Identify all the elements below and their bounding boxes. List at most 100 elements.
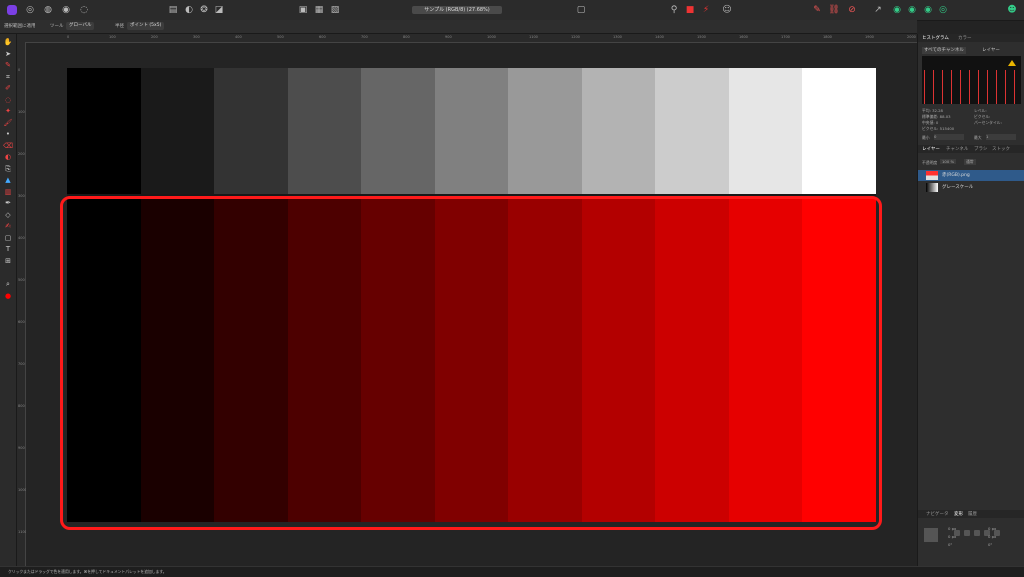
channel-select[interactable]: すべてのチャンネル	[922, 47, 966, 54]
layer-row[interactable]: 赤(RGB).png	[918, 170, 1024, 181]
gradient-icon[interactable]: ▥	[3, 188, 13, 196]
crop-icon[interactable]: ⌗	[3, 73, 13, 81]
ruler-tick-label: 800	[403, 35, 410, 39]
clip-icon[interactable]: ⊘	[846, 4, 858, 16]
histogram-spike	[960, 70, 961, 104]
assistant-icon[interactable]: ■	[684, 4, 696, 16]
tab-channels[interactable]: チャンネル	[946, 146, 968, 153]
vertical-ruler[interactable]: 0100200300400500600700800900100011001200	[17, 42, 27, 576]
ruler-tick-label: 1300	[613, 35, 622, 39]
color-balance-icon[interactable]: ❂	[198, 4, 210, 16]
histogram-spike	[969, 70, 970, 104]
dodge-icon[interactable]: ◐	[3, 153, 13, 161]
boolean-xor-icon[interactable]: ◎	[937, 4, 949, 16]
horizontal-ruler[interactable]: 0 100 200 300 400 500 600 700 800 900 1000 1100 1200…	[17, 34, 917, 43]
paint-brush-icon[interactable]: 🖌	[3, 119, 13, 127]
gray-swatch	[802, 68, 877, 194]
text-icon[interactable]: T	[3, 245, 13, 253]
anchor-grid-icon[interactable]	[924, 528, 938, 542]
pixel-icon[interactable]: •	[3, 130, 13, 138]
size-select[interactable]: ポイント (5x5)	[127, 22, 165, 30]
layer-row[interactable]: グレースケール	[918, 182, 1024, 193]
min-input[interactable]: 0	[934, 134, 964, 140]
snapping-icon[interactable]: ⚲	[668, 4, 680, 16]
tab-stock[interactable]: ストック	[992, 146, 1010, 153]
context-toolbar: 選択範囲に適用 ツール グローバル 半径 ポイント (5x5)	[0, 20, 917, 34]
tab-brushes[interactable]: ブラシ	[974, 146, 987, 153]
boolean-add-icon[interactable]: ◉	[891, 4, 903, 16]
mask-icon[interactable]: ▣	[297, 4, 309, 16]
mode-select[interactable]: グローバル	[66, 22, 95, 30]
tab-transform[interactable]: 変形	[954, 511, 963, 518]
histogram-spike	[996, 70, 997, 104]
quick-mask-icon[interactable]: ▧	[329, 4, 341, 16]
move-icon[interactable]: ➤	[3, 50, 13, 58]
transform-icon[interactable]: ↗	[872, 4, 884, 16]
zoom-icon[interactable]: ⌕	[3, 280, 13, 288]
ruler-tick-label: 1400	[655, 35, 664, 39]
link-icon[interactable]: ⛓	[828, 4, 840, 16]
persona-export-icon[interactable]: ◌	[78, 4, 90, 16]
white-balance-icon[interactable]: ◪	[213, 4, 225, 16]
app-logo-icon[interactable]	[7, 5, 17, 15]
transform-w[interactable]: 0 px	[988, 526, 996, 531]
tab-histogram[interactable]: ヒストグラム	[922, 35, 949, 42]
tab-navigator[interactable]: ナビゲータ	[926, 511, 949, 518]
blend-mode-select[interactable]: 通常	[964, 159, 976, 165]
flood-select-icon[interactable]: ✦	[3, 107, 13, 115]
adjust-icon[interactable]: ▤	[167, 4, 179, 16]
ruler-tick-label: 200	[151, 35, 158, 39]
ruler-tick-label: 1800	[823, 35, 832, 39]
pen-icon[interactable]: ✒	[3, 199, 13, 207]
boolean-sub-icon[interactable]: ◉	[906, 4, 918, 16]
ruler-tick-label: 400	[18, 236, 25, 240]
histogram-spike	[987, 70, 988, 104]
layer-mask-icon[interactable]	[964, 530, 970, 536]
user-icon[interactable]: ☻	[1006, 4, 1018, 16]
gray-swatch	[655, 68, 730, 194]
persona-photo-icon[interactable]: ◎	[24, 4, 36, 16]
persona-liquify-icon[interactable]: ◍	[42, 4, 54, 16]
selection-icon[interactable]: ▦	[313, 4, 325, 16]
layer-adjust-icon[interactable]	[974, 530, 980, 536]
view-mode-icon[interactable]: ▢	[575, 4, 587, 16]
shape-icon[interactable]: ▢	[3, 234, 13, 242]
transform-h[interactable]: 0 px	[988, 534, 996, 539]
transform-r[interactable]: 0°	[948, 542, 952, 547]
tab-color[interactable]: カラー	[958, 35, 972, 42]
boolean-intersect-icon[interactable]: ◉	[922, 4, 934, 16]
arrange-icon[interactable]: ✎	[811, 4, 823, 16]
clone-icon[interactable]: ⎘	[3, 165, 13, 173]
warning-icon	[1008, 60, 1016, 66]
selection-brush-icon[interactable]: ◌	[3, 96, 13, 104]
transform-y[interactable]: 0 px	[948, 534, 956, 539]
erase-icon[interactable]: ⌫	[3, 142, 13, 150]
frame-text-icon[interactable]: ⊞	[3, 257, 13, 265]
hand-icon[interactable]: ✋	[3, 38, 13, 46]
brush-icon[interactable]: ✎	[3, 61, 13, 69]
apply-to-selection-option[interactable]: 選択範囲に適用	[4, 23, 36, 30]
fill-icon[interactable]: ▲	[3, 176, 13, 184]
tab-layers[interactable]: レイヤー	[922, 146, 940, 153]
transform-s[interactable]: 0°	[988, 542, 992, 547]
layer-checkbox[interactable]: レイヤー	[982, 47, 1000, 54]
document-tab[interactable]: サンプル (RGB/8) (27.68%)	[412, 6, 502, 14]
ruler-tick-label: 400	[235, 35, 242, 39]
mode-label: ツール	[50, 24, 64, 29]
picker-icon[interactable]: ✐	[3, 84, 13, 92]
vector-brush-icon[interactable]: ✍	[3, 222, 13, 230]
studio-icon[interactable]: ☺	[721, 4, 733, 16]
transform-x[interactable]: 0 px	[948, 526, 956, 531]
persona-develop-icon[interactable]: ◉	[60, 4, 72, 16]
opacity-input[interactable]: 100 %	[940, 159, 957, 164]
contrast-icon[interactable]: ◐	[183, 4, 195, 16]
max-input[interactable]: 1	[986, 134, 1016, 140]
tab-history[interactable]: 履歴	[968, 511, 977, 518]
node-icon[interactable]: ◇	[3, 211, 13, 219]
layer-thumbnail	[926, 171, 938, 180]
histogram-spike	[1014, 70, 1015, 104]
force-icon[interactable]: ⚡	[700, 4, 712, 16]
color-picker-icon[interactable]: ●	[3, 292, 13, 300]
ruler-tick-label: 900	[18, 446, 25, 450]
histogram-svg	[924, 60, 1016, 104]
